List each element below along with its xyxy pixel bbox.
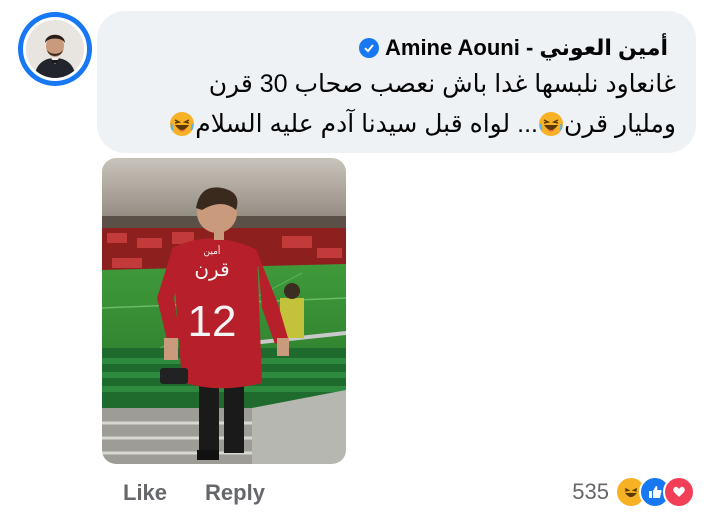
jersey-name: قرن (194, 257, 229, 281)
comment-author-row[interactable]: Amine Aouni - أمين العوني (359, 35, 668, 61)
comment-author-name[interactable]: Amine Aouni - أمين العوني (385, 35, 668, 61)
avatar-image (23, 17, 87, 81)
verified-badge-icon (359, 38, 379, 58)
comment-bubble: Amine Aouni - أمين العوني غانعاود نلبسها… (97, 11, 696, 153)
reply-button[interactable]: Reply (205, 480, 265, 506)
reaction-count: 535 (572, 479, 609, 504)
like-button[interactable]: Like (123, 480, 167, 506)
comment-text-line-2: ومليار قرن ... لواه قبل سيدنا آدم عليه ال… (169, 109, 676, 139)
reaction-icons (615, 476, 695, 508)
reaction-summary[interactable]: 535 (572, 476, 695, 508)
jersey-number: 12 (188, 297, 237, 346)
comment-photo[interactable]: أمين قرن 12 (102, 158, 346, 464)
comment-text-part: ... لواه قبل سيدنا آدم عليه السلام (195, 110, 538, 138)
avatar[interactable] (18, 12, 92, 86)
comment-text-part: ومليار قرن (563, 110, 676, 138)
jersey-small-name: أمين (204, 245, 221, 257)
love-icon (663, 476, 695, 508)
comment-text-line-1: غانعاود نلبسها غدا باش نعصب صحاب 30 قرن (208, 70, 676, 98)
comment-actions: Like Reply (123, 480, 265, 506)
laughing-emoji-icon (538, 111, 564, 137)
laughing-emoji-icon (169, 111, 195, 137)
